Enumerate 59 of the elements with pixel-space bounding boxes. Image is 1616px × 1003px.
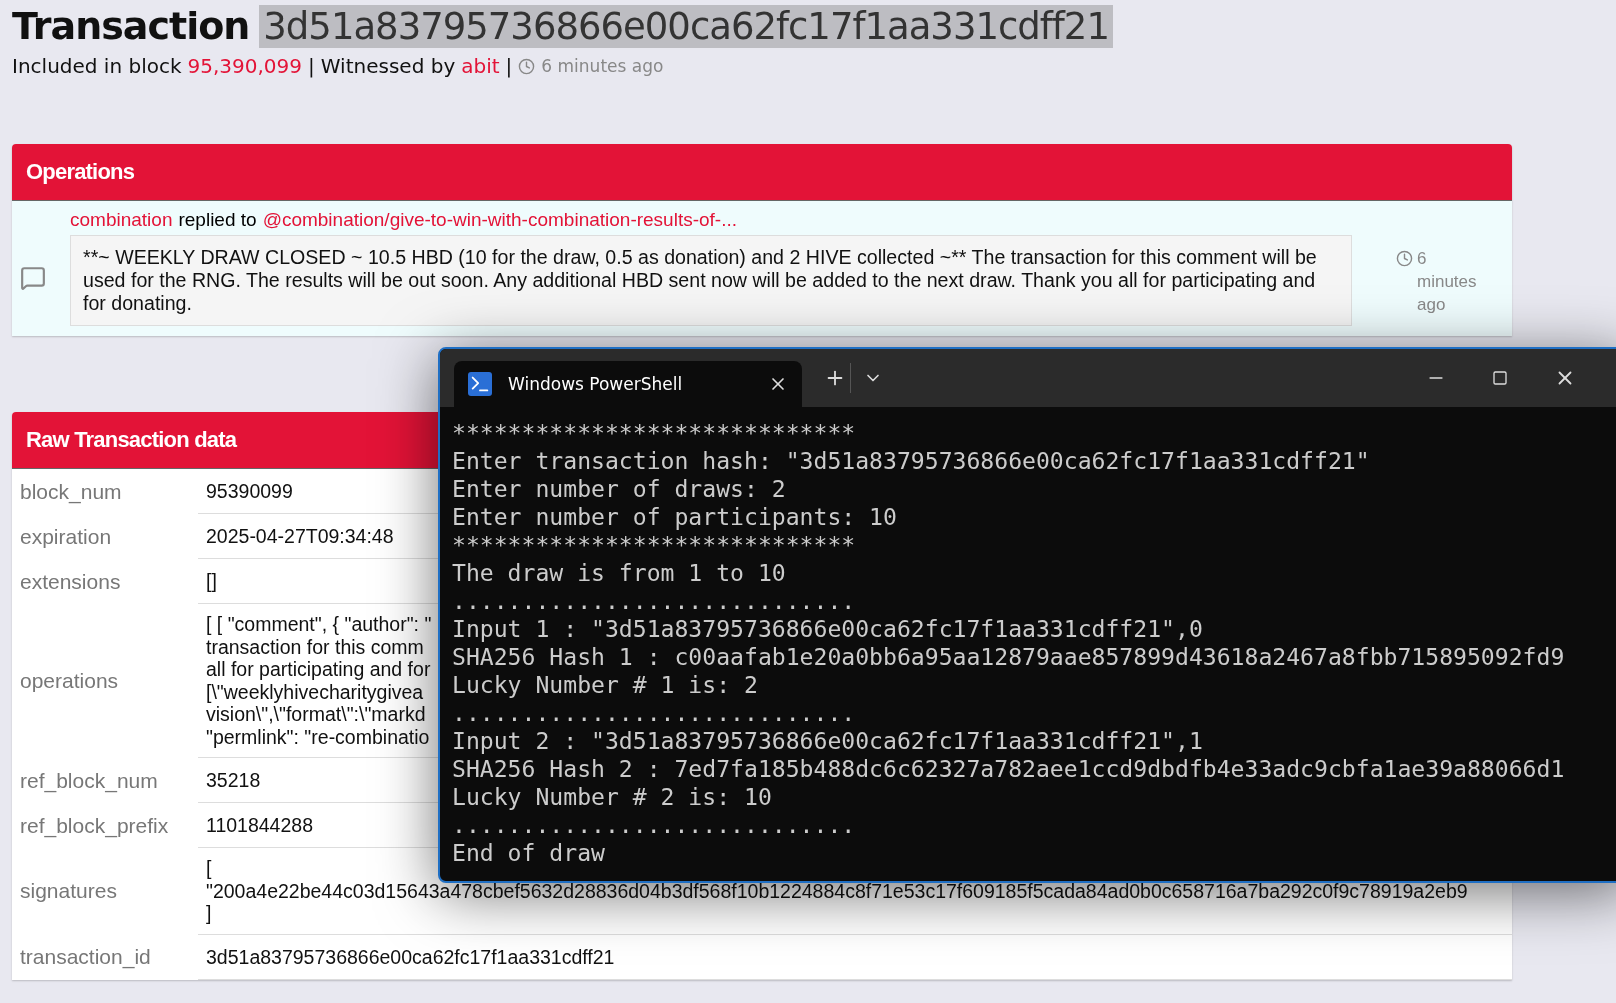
console-line: Input 1 : "3d51a83795736866e00ca62fc17f1aa331cdff21",0 [452, 615, 1203, 643]
page-title: Transaction [12, 4, 250, 48]
console-line: ............................. [452, 811, 856, 839]
console-line: Enter number of draws: 2 [452, 475, 786, 503]
console-line: SHA256 Hash 2 : 7ed7fa185b488dc6c62327a782aee1ccd9dbdfb4e33adc9cbfa1ae39a88066d1 [452, 755, 1565, 783]
post-link[interactable]: @combination/give-to-win-with-combination-results-of-... [262, 209, 738, 231]
included-label: Included in block [12, 54, 182, 78]
field-key: operations [20, 669, 119, 693]
author-link[interactable]: combination [70, 209, 173, 231]
field-key: block_num [20, 479, 122, 504]
separator: | [308, 54, 315, 78]
comment-icon [20, 264, 46, 291]
field-value: 35218 [206, 768, 261, 793]
field-value: 1101844288 [206, 813, 313, 838]
field-value: [\"weeklyhivecharitygivea [206, 680, 424, 703]
field-value: all for participating and for [206, 658, 431, 681]
console-line: Lucky Number # 1 is: 2 [452, 671, 758, 699]
console-line: SHA256 Hash 1 : c00aafab1e20a0bb6a95aa12879aae857899d43618a2467a8fbb715895092fd9 [452, 643, 1565, 671]
field-value: 95390099 [206, 479, 293, 504]
powershell-icon [468, 372, 492, 396]
timestamp: 6 minutes ago [541, 56, 664, 76]
field-value: 3d51a83795736866e00ca62fc17f1aa331cdff21 [206, 944, 615, 970]
terminal-tab[interactable]: Windows PowerShell [454, 361, 802, 407]
field-key: extensions [20, 569, 121, 594]
transaction-hash: 3d51a83795736866e00ca62fc17f1aa331cdff21 [259, 4, 1113, 48]
field-key: signatures [20, 879, 117, 904]
field-value: "permlink": "re-combinatio [206, 725, 430, 748]
field-key: expiration [20, 524, 112, 549]
field-value: [ [ "comment", { "author": " [206, 613, 432, 636]
action-text: replied to [178, 209, 257, 231]
console-line: Enter number of participants: 10 [452, 503, 897, 531]
field-value: transaction for this comm [206, 635, 424, 658]
console-line: ............................. [452, 587, 856, 615]
console-line: The draw is from 1 to 10 [452, 559, 786, 587]
field-value: ] [206, 902, 212, 925]
console-line: Lucky Number # 2 is: 10 [452, 783, 772, 811]
maximize-icon[interactable] [1492, 370, 1508, 386]
clock-icon [518, 57, 536, 75]
field-value: [ [206, 857, 212, 880]
comment-body: **~ WEEKLY DRAW CLOSED ~ 10.5 HBD (10 for the draw, 0.5 as donation) and 2 HIVE collected ~** The transaction for this comment will be used for the RNG. The results will be out soon. Any additional HBD sent now will be added to the next draw. Thank you all for participating and for donating. [70, 235, 1352, 326]
witnessed-label: Witnessed by [320, 54, 456, 78]
timestamp: 6 minutes ago [1417, 248, 1478, 316]
console-line: Input 2 : "3d51a83795736866e00ca62fc17f1aa331cdff21",1 [452, 727, 1203, 755]
field-value: [] [206, 569, 217, 594]
field-key: transaction_id [20, 945, 151, 969]
panel-title: Operations [12, 144, 1512, 201]
console-line: End of draw [452, 839, 605, 867]
field-key: ref_block_prefix [20, 813, 169, 838]
field-value: vision\",\"format\":\"markd [206, 703, 426, 726]
field-value: "200a4e22be44c03d15643a478cbef5632d28836d04b3df568f10b1224884c8f71e53c17f609185f5cada84ad0b0c658716a7ba292c0f9c78919a2eb9 [206, 879, 1468, 902]
witness-link[interactable]: abit [461, 54, 500, 78]
console-line: ***************************** [452, 419, 856, 447]
console-line: ............................. [452, 699, 856, 727]
field-key: ref_block_num [20, 768, 158, 793]
console-line: ***************************** [452, 531, 856, 559]
clock-icon [1396, 250, 1413, 267]
block-link[interactable]: 95,390,099 [187, 54, 303, 78]
field-value: 2025-04-27T09:34:48 [206, 524, 394, 549]
separator: | [505, 54, 513, 78]
